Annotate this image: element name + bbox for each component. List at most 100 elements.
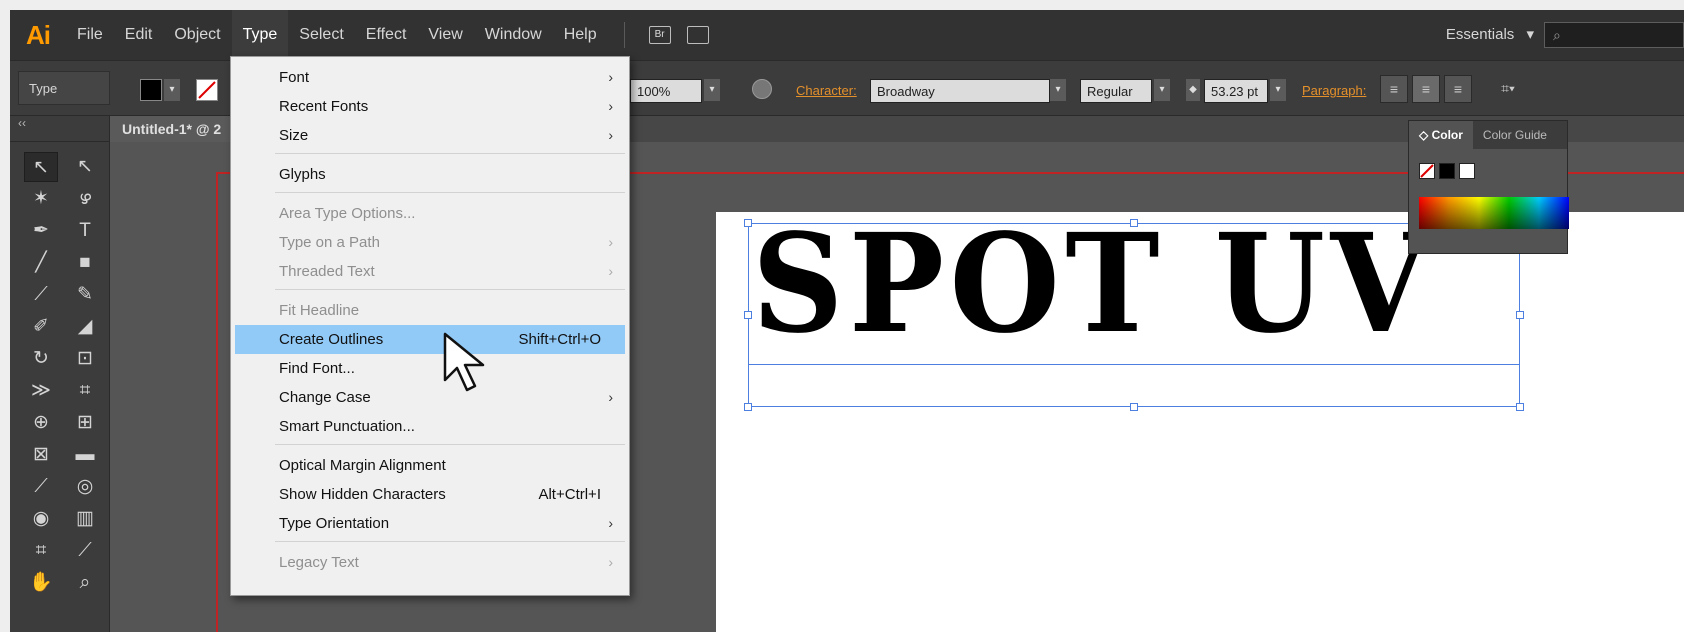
selection-tool-icon[interactable]: ↖ (24, 152, 58, 182)
document-tab[interactable]: Untitled-1* @ 2 (110, 116, 240, 142)
tab-color-guide[interactable]: Color Guide (1473, 121, 1557, 149)
font-style-field[interactable]: Regular (1080, 79, 1152, 103)
fill-dropdown-arrow[interactable]: ▾ (164, 79, 180, 101)
bbox-handle-bottom-center[interactable] (1130, 403, 1138, 411)
tools-panel: ‹‹ ↖ ↖ ✶ ഴ ✒ T ╱ ■ ⟋ ✎ ✐ ◢ ↻ ⊡ ≫ ⌗ ⊕ ⊞ ⊠… (10, 116, 110, 632)
color-spectrum[interactable] (1419, 197, 1569, 229)
bbox-handle-top-center[interactable] (1130, 219, 1138, 227)
bridge-icon[interactable]: Br (648, 26, 671, 44)
pen-tool-icon[interactable]: ✒ (24, 216, 58, 246)
menu-item-type-orientation[interactable]: Type Orientation › (235, 509, 625, 538)
menu-item-label: Threaded Text (279, 263, 375, 280)
rotate-tool-icon[interactable]: ↻ (24, 344, 58, 374)
tool-row: ⌗ ⟋ (24, 536, 102, 566)
blend-tool-icon[interactable]: ◎ (68, 472, 102, 502)
help-search-input[interactable]: ⌕ (1544, 22, 1684, 48)
paintbrush-tool-icon[interactable]: ⟋ (24, 280, 58, 310)
eraser-tool-icon[interactable]: ◢ (68, 312, 102, 342)
menu-item-recent-fonts[interactable]: Recent Fonts › (235, 92, 625, 121)
symbol-sprayer-tool-icon[interactable]: ◉ (24, 504, 58, 534)
arrange-documents-icon[interactable] (686, 26, 709, 44)
menu-edit[interactable]: Edit (114, 10, 164, 60)
gradient-tool-icon[interactable]: ▬ (68, 440, 102, 470)
tool-row: ╱ ■ (24, 248, 102, 278)
menu-item-area-type-options: Area Type Options... (235, 199, 625, 228)
stroke-swatch[interactable] (196, 79, 218, 101)
align-center-button[interactable]: ≡ (1412, 75, 1440, 103)
character-panel-link[interactable]: Character: (796, 83, 857, 98)
rectangle-tool-icon[interactable]: ■ (68, 248, 102, 278)
mesh-tool-icon[interactable]: ⊠ (24, 440, 58, 470)
menu-item-change-case[interactable]: Change Case › (235, 383, 625, 412)
zoom-tool-icon[interactable]: ⌕ (68, 568, 102, 598)
shape-builder-tool-icon[interactable]: ⊕ (24, 408, 58, 438)
menu-separator (275, 541, 625, 542)
tab-color[interactable]: ◇ Color (1409, 121, 1473, 149)
font-family-field[interactable]: Broadway (870, 79, 1050, 103)
magic-wand-tool-icon[interactable]: ✶ (24, 184, 58, 214)
bbox-handle-bottom-right[interactable] (1516, 403, 1524, 411)
pencil-tool-icon[interactable]: ✎ (68, 280, 102, 310)
menu-item-label: Legacy Text (279, 554, 359, 571)
menu-help[interactable]: Help (553, 10, 608, 60)
black-swatch[interactable] (1439, 163, 1455, 179)
font-size-field[interactable]: 53.23 pt (1204, 79, 1268, 103)
menu-item-show-hidden-characters[interactable]: Show Hidden Characters Alt+Ctrl+I (235, 480, 625, 509)
menu-view[interactable]: View (417, 10, 473, 60)
line-tool-icon[interactable]: ╱ (24, 248, 58, 278)
eyedropper-tool-icon[interactable]: ⟋ (24, 472, 58, 502)
direct-selection-tool-icon[interactable]: ↖ (68, 152, 102, 182)
bbox-handle-middle-right[interactable] (1516, 311, 1524, 319)
menu-item-label: Recent Fonts (279, 98, 369, 115)
workspace-switcher[interactable]: Essentials ▾ (1446, 10, 1534, 60)
scale-tool-icon[interactable]: ⊡ (68, 344, 102, 374)
bbox-handle-middle-left[interactable] (744, 311, 752, 319)
recolor-icon[interactable] (752, 79, 772, 99)
envelope-warp-icon[interactable]: ⌗▾ (1488, 75, 1528, 103)
menu-select[interactable]: Select (288, 10, 354, 60)
menu-item-size[interactable]: Size › (235, 121, 625, 150)
bbox-handle-bottom-left[interactable] (744, 403, 752, 411)
menu-item-smart-punctuation[interactable]: Smart Punctuation... (235, 412, 625, 441)
hand-tool-icon[interactable]: ✋ (24, 568, 58, 598)
menu-effect[interactable]: Effect (355, 10, 418, 60)
submenu-arrow-icon: › (608, 263, 613, 279)
blob-brush-tool-icon[interactable]: ✐ (24, 312, 58, 342)
menu-type[interactable]: Type (231, 10, 289, 60)
width-tool-icon[interactable]: ≫ (24, 376, 58, 406)
perspective-grid-tool-icon[interactable]: ⊞ (68, 408, 102, 438)
opacity-field[interactable]: 100% (630, 79, 702, 103)
font-size-stepper[interactable]: ◆ (1186, 79, 1200, 101)
submenu-arrow-icon: › (608, 127, 613, 143)
menu-item-font[interactable]: Font › (235, 63, 625, 92)
white-swatch[interactable] (1459, 163, 1475, 179)
align-left-button[interactable]: ≡ (1380, 75, 1408, 103)
menu-window[interactable]: Window (474, 10, 553, 60)
tools-panel-header[interactable]: ‹‹ (10, 116, 109, 142)
fill-swatch[interactable] (140, 79, 162, 101)
opacity-dropdown-arrow[interactable]: ▾ (704, 79, 720, 101)
slice-tool-icon[interactable]: ⟋ (68, 536, 102, 566)
none-swatch[interactable] (1419, 163, 1435, 179)
column-graph-tool-icon[interactable]: ▥ (68, 504, 102, 534)
free-transform-tool-icon[interactable]: ⌗ (68, 376, 102, 406)
bbox-handle-top-left[interactable] (744, 219, 752, 227)
menu-item-create-outlines[interactable]: Create Outlines Shift+Ctrl+O (235, 325, 625, 354)
font-size-dropdown-arrow[interactable]: ▾ (1270, 79, 1286, 101)
type-tool-icon[interactable]: T (68, 216, 102, 246)
menu-item-glyphs[interactable]: Glyphs (235, 160, 625, 189)
lasso-tool-icon[interactable]: ഴ (68, 184, 102, 214)
menu-item-label: Area Type Options... (279, 205, 416, 222)
font-style-dropdown-arrow[interactable]: ▾ (1154, 79, 1170, 101)
menu-item-label: Type Orientation (279, 515, 390, 532)
chevron-down-icon: ▾ (1526, 26, 1534, 43)
menu-file[interactable]: File (66, 10, 114, 60)
paragraph-panel-link[interactable]: Paragraph: (1302, 83, 1366, 98)
menu-item-find-font[interactable]: Find Font... (235, 354, 625, 383)
tool-row: ⊕ ⊞ (24, 408, 102, 438)
artboard-tool-icon[interactable]: ⌗ (24, 536, 58, 566)
menu-item-optical-margin-alignment[interactable]: Optical Margin Alignment (235, 451, 625, 480)
align-right-button[interactable]: ≡ (1444, 75, 1472, 103)
font-family-dropdown-arrow[interactable]: ▾ (1050, 79, 1066, 101)
menu-object[interactable]: Object (163, 10, 231, 60)
